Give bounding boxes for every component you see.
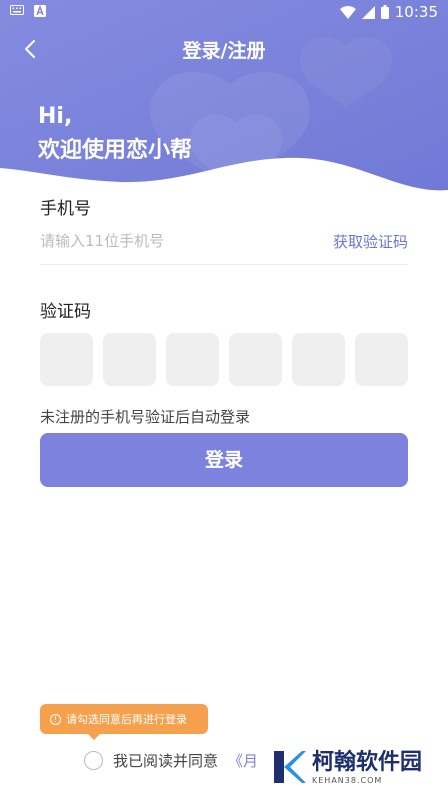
agreement-tooltip: ! 请勾选同意后再进行登录 (40, 704, 208, 740)
agreement-row: 我已阅读并同意 《月 (84, 750, 258, 771)
agreement-link[interactable]: 《月 (228, 750, 258, 771)
code-digit-box[interactable] (40, 333, 93, 386)
greeting-line-2: 欢迎使用恋小帮 (38, 138, 193, 163)
status-left (10, 5, 46, 17)
auto-login-hint: 未注册的手机号验证后自动登录 (40, 408, 251, 426)
code-digit-box[interactable] (229, 333, 282, 386)
code-digit-box[interactable] (355, 333, 408, 386)
agreement-checkbox[interactable] (84, 751, 103, 770)
watermark-sub: KEHAN38.COM (312, 775, 383, 785)
keyboard-icon (10, 5, 24, 15)
wifi-icon (339, 5, 356, 19)
status-right: 10:35 (339, 3, 438, 21)
info-icon: ! (50, 713, 61, 725)
code-digit-box[interactable] (103, 333, 156, 386)
phone-divider (40, 264, 408, 265)
watermark-main: 柯翰软件园 (312, 749, 423, 775)
watermark-logo (274, 751, 306, 783)
phone-input[interactable] (40, 226, 310, 256)
signal-icon (361, 5, 375, 19)
code-input-group (40, 333, 408, 386)
tooltip-text: 请勾选同意后再进行登录 (66, 713, 187, 726)
status-time: 10:35 (394, 3, 438, 21)
watermark-text: 柯翰软件园 KEHAN38.COM (312, 750, 422, 785)
greeting: Hi, 欢迎使用恋小帮 (38, 100, 192, 168)
status-bar: 10:35 (0, 0, 448, 24)
code-label: 验证码 (40, 302, 91, 322)
agreement-text: 我已阅读并同意 (113, 752, 219, 770)
greeting-line-1: Hi, (38, 104, 73, 129)
code-digit-box[interactable] (166, 333, 219, 386)
login-button[interactable]: 登录 (40, 433, 408, 487)
battery-icon (380, 5, 389, 19)
phone-label: 手机号 (40, 199, 91, 219)
notification-a-icon (34, 5, 46, 17)
page-title: 登录/注册 (182, 40, 266, 62)
watermark: 柯翰软件园 KEHAN38.COM (268, 744, 438, 790)
get-code-button[interactable]: 获取验证码 (333, 231, 408, 252)
code-digit-box[interactable] (292, 333, 345, 386)
